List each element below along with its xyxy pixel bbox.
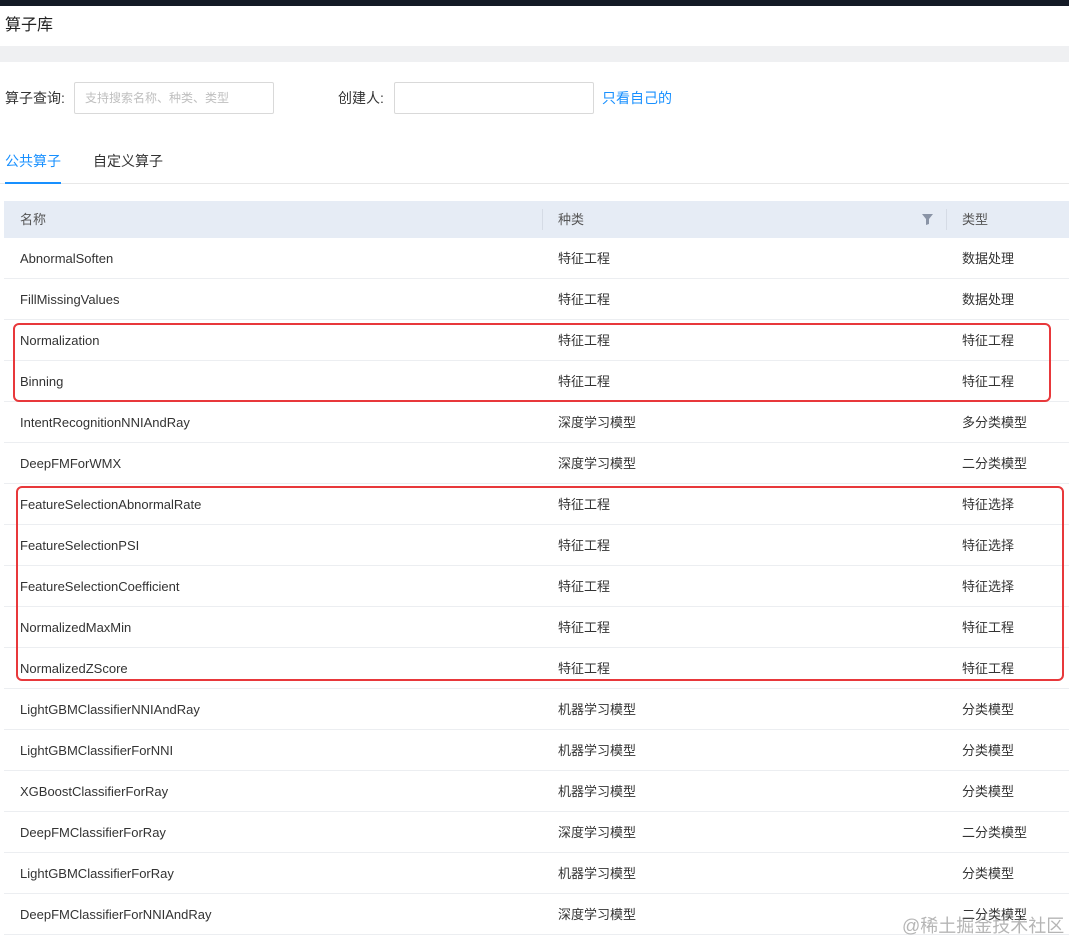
column-header-name[interactable]: 名称 bbox=[20, 201, 46, 238]
cell-category: 特征工程 bbox=[558, 333, 611, 348]
cell-type: 特征工程 bbox=[962, 374, 1015, 389]
cell-type: 分类模型 bbox=[962, 743, 1015, 758]
table-row[interactable]: Normalization 特征工程 特征工程 bbox=[4, 320, 1069, 361]
cell-type: 特征选择 bbox=[962, 538, 1015, 553]
table-row[interactable]: XGBoostClassifierForRay 机器学习模型 分类模型 bbox=[4, 771, 1069, 812]
creator-label: 创建人: bbox=[338, 90, 384, 106]
cell-name: XGBoostClassifierForRay bbox=[20, 784, 169, 799]
filter-bar: 算子查询: 创建人: 只看自己的 bbox=[0, 82, 1069, 114]
table-row[interactable]: FeatureSelectionAbnormalRate 特征工程 特征选择 bbox=[4, 484, 1069, 525]
cell-type: 二分类模型 bbox=[962, 825, 1028, 840]
table-row[interactable]: LightGBMClassifierForRay 机器学习模型 分类模型 bbox=[4, 853, 1069, 894]
cell-name: FeatureSelectionPSI bbox=[20, 538, 140, 553]
cell-type: 数据处理 bbox=[962, 251, 1015, 266]
cell-type: 特征选择 bbox=[962, 579, 1015, 594]
cell-category: 特征工程 bbox=[558, 251, 611, 266]
cell-name: Binning bbox=[20, 374, 64, 389]
cell-name: LightGBMClassifierForNNI bbox=[20, 743, 174, 758]
cell-category: 机器学习模型 bbox=[558, 743, 637, 758]
operator-search-input[interactable] bbox=[74, 82, 274, 114]
cell-category: 深度学习模型 bbox=[558, 456, 637, 471]
cell-type: 特征工程 bbox=[962, 333, 1015, 348]
table-body: AbnormalSoften 特征工程 数据处理 FillMissingValues 特… bbox=[4, 238, 1069, 935]
cell-category: 机器学习模型 bbox=[558, 866, 637, 881]
cell-name: DeepFMClassifierForNNIAndRay bbox=[20, 907, 212, 922]
query-label: 算子查询: bbox=[5, 90, 65, 106]
cell-type: 分类模型 bbox=[962, 784, 1015, 799]
cell-category: 深度学习模型 bbox=[558, 825, 637, 840]
table-row[interactable]: LightGBMClassifierForNNI 机器学习模型 分类模型 bbox=[4, 730, 1069, 771]
cell-category: 特征工程 bbox=[558, 538, 611, 553]
cell-type: 分类模型 bbox=[962, 702, 1015, 717]
table-row[interactable]: DeepFMClassifierForRay 深度学习模型 二分类模型 bbox=[4, 812, 1069, 853]
cell-category: 机器学习模型 bbox=[558, 784, 637, 799]
cell-name: LightGBMClassifierForRay bbox=[20, 866, 174, 881]
cell-category: 特征工程 bbox=[558, 374, 611, 389]
cell-name: NormalizedMaxMin bbox=[20, 620, 132, 635]
table-header: 名称 种类 类型 bbox=[4, 201, 1069, 238]
table-row[interactable]: NormalizedMaxMin 特征工程 特征工程 bbox=[4, 607, 1069, 648]
cell-type: 特征选择 bbox=[962, 497, 1015, 512]
column-divider bbox=[542, 209, 543, 230]
cell-name: FillMissingValues bbox=[20, 292, 120, 307]
table-row[interactable]: LightGBMClassifierNNIAndRay 机器学习模型 分类模型 bbox=[4, 689, 1069, 730]
cell-category: 特征工程 bbox=[558, 661, 611, 676]
tab-public-operators[interactable]: 公共算子 bbox=[5, 140, 61, 184]
table-row[interactable]: FeatureSelectionCoefficient 特征工程 特征选择 bbox=[4, 566, 1069, 607]
column-header-type[interactable]: 类型 bbox=[962, 201, 988, 238]
operator-tabs: 公共算子 自定义算子 bbox=[0, 140, 1069, 184]
cell-name: DeepFMClassifierForRay bbox=[20, 825, 166, 840]
page-title: 算子库 bbox=[5, 17, 54, 34]
table-row[interactable]: Binning 特征工程 特征工程 bbox=[4, 361, 1069, 402]
cell-category: 特征工程 bbox=[558, 620, 611, 635]
operator-table: 名称 种类 类型 AbnormalSoften 特征工程 数据处理 FillMissi… bbox=[4, 201, 1069, 935]
cell-category: 特征工程 bbox=[558, 292, 611, 307]
cell-type: 特征工程 bbox=[962, 661, 1015, 676]
table-row[interactable]: FillMissingValues 特征工程 数据处理 bbox=[4, 279, 1069, 320]
table-row[interactable]: AbnormalSoften 特征工程 数据处理 bbox=[4, 238, 1069, 279]
table-row[interactable]: FeatureSelectionPSI 特征工程 特征选择 bbox=[4, 525, 1069, 566]
cell-category: 特征工程 bbox=[558, 579, 611, 594]
section-divider bbox=[0, 46, 1069, 62]
cell-name: FeatureSelectionCoefficient bbox=[20, 579, 180, 594]
watermark: @稀土掘金技术社区 bbox=[902, 916, 1065, 936]
cell-category: 特征工程 bbox=[558, 497, 611, 512]
table-row[interactable]: IntentRecognitionNNIAndRay 深度学习模型 多分类模型 bbox=[4, 402, 1069, 443]
cell-name: DeepFMForWMX bbox=[20, 456, 122, 471]
table-row[interactable]: DeepFMForWMX 深度学习模型 二分类模型 bbox=[4, 443, 1069, 484]
column-divider bbox=[946, 209, 947, 230]
cell-name: LightGBMClassifierNNIAndRay bbox=[20, 702, 200, 717]
cell-name: NormalizedZScore bbox=[20, 661, 128, 676]
column-header-category[interactable]: 种类 bbox=[558, 201, 584, 238]
cell-type: 多分类模型 bbox=[962, 415, 1028, 430]
only-mine-link[interactable]: 只看自己的 bbox=[602, 82, 672, 114]
cell-name: FeatureSelectionAbnormalRate bbox=[20, 497, 202, 512]
cell-type: 分类模型 bbox=[962, 866, 1015, 881]
cell-category: 深度学习模型 bbox=[558, 907, 637, 922]
tab-custom-operators[interactable]: 自定义算子 bbox=[93, 140, 163, 184]
table-row[interactable]: NormalizedZScore 特征工程 特征工程 bbox=[4, 648, 1069, 689]
cell-type: 二分类模型 bbox=[962, 456, 1028, 471]
cell-name: AbnormalSoften bbox=[20, 251, 114, 266]
cell-category: 深度学习模型 bbox=[558, 415, 637, 430]
cell-name: Normalization bbox=[20, 333, 100, 348]
cell-category: 机器学习模型 bbox=[558, 702, 637, 717]
cell-name: IntentRecognitionNNIAndRay bbox=[20, 415, 190, 430]
creator-input[interactable] bbox=[394, 82, 594, 114]
cell-type: 特征工程 bbox=[962, 620, 1015, 635]
filter-icon[interactable] bbox=[922, 201, 933, 238]
cell-type: 数据处理 bbox=[962, 292, 1015, 307]
